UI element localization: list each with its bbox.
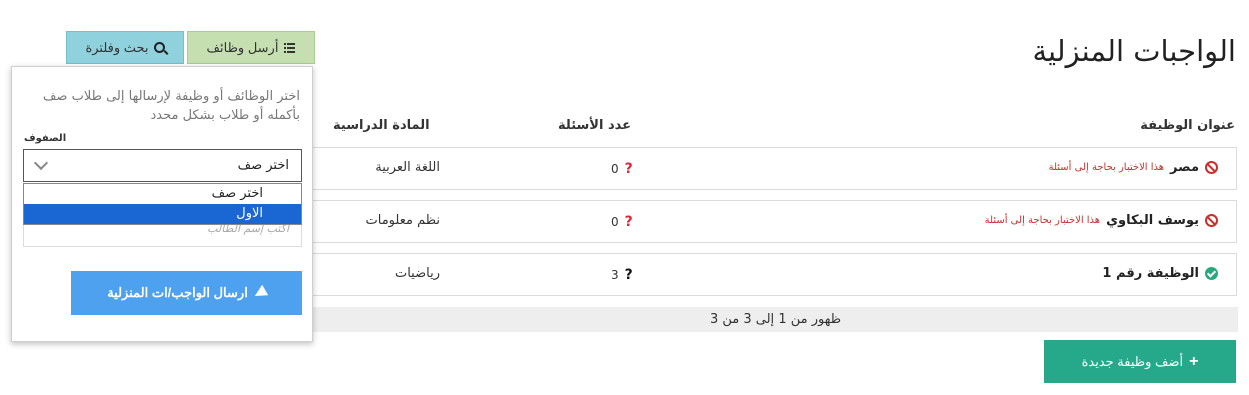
panel-description: اختر الوظائف أو وظيفة لإرسالها إلى طلاب … bbox=[42, 89, 300, 123]
send-homework-button[interactable]: ارسال الواجب/ات المنزلية bbox=[71, 271, 302, 315]
questions-count-cell: 0 ? bbox=[611, 214, 633, 230]
needs-questions-warning: هذا الاختبار بحاجة إلى أسئلة bbox=[1048, 162, 1165, 173]
job-name[interactable]: يوسف البكاوي bbox=[1106, 213, 1199, 228]
list-icon bbox=[283, 42, 296, 53]
question-icon: ? bbox=[624, 267, 633, 283]
column-header-subject[interactable]: المادة الدراسية bbox=[333, 118, 430, 133]
add-job-label: أضف وظيفة جديدة bbox=[1081, 353, 1184, 369]
class-option[interactable]: الاول bbox=[24, 204, 301, 224]
check-circle-icon bbox=[1205, 267, 1218, 280]
plus-icon: + bbox=[1189, 352, 1199, 370]
search-filter-button[interactable]: بحث وفلترة bbox=[66, 31, 184, 64]
class-options-list[interactable]: اختر صف الاول bbox=[23, 183, 302, 225]
questions-count: 0 bbox=[611, 162, 619, 176]
job-name[interactable]: مصر bbox=[1170, 160, 1199, 175]
job-title-cell: الوظيفة رقم 1 bbox=[1102, 266, 1218, 281]
send-jobs-panel: اختر الوظائف أو وظيفة لإرسالها إلى طلاب … bbox=[11, 66, 313, 342]
question-icon: ? bbox=[624, 214, 633, 230]
class-select[interactable]: اختر صف bbox=[23, 149, 302, 182]
job-name[interactable]: الوظيفة رقم 1 bbox=[1102, 266, 1199, 281]
chevron-down-icon bbox=[33, 155, 49, 171]
job-title-cell: مصر هذا الاختبار بحاجة إلى أسئلة bbox=[1049, 160, 1218, 175]
search-icon bbox=[153, 42, 165, 53]
subject-cell: نظم معلومات bbox=[365, 213, 440, 228]
add-job-button[interactable]: + أضف وظيفة جديدة bbox=[1044, 340, 1236, 383]
classes-label: الصفوف bbox=[24, 133, 67, 144]
ban-icon bbox=[1205, 161, 1218, 174]
questions-count: 3 bbox=[611, 268, 619, 282]
page-title: الواجبات المنزلية bbox=[1032, 34, 1236, 68]
send-jobs-label: أرسل وظائف bbox=[206, 39, 279, 55]
paper-plane-icon bbox=[251, 284, 269, 302]
questions-count-cell: 3 ? bbox=[611, 267, 633, 283]
needs-questions-warning: هذا الاختبار بحاجة إلى أسئلة bbox=[984, 215, 1101, 226]
questions-count-cell: 0 ? bbox=[611, 161, 633, 177]
subject-cell: رياضيات bbox=[394, 266, 440, 281]
send-jobs-button[interactable]: أرسل وظائف bbox=[187, 31, 315, 64]
column-header-questions[interactable]: عدد الأسئلة bbox=[558, 118, 631, 133]
class-option[interactable]: اختر صف bbox=[24, 184, 301, 204]
column-header-title[interactable]: عنوان الوظيفة bbox=[1140, 118, 1235, 133]
ban-icon bbox=[1205, 214, 1218, 227]
question-icon: ? bbox=[624, 161, 633, 177]
questions-count: 0 bbox=[611, 215, 619, 229]
search-filter-label: بحث وفلترة bbox=[85, 39, 149, 55]
job-title-cell: يوسف البكاوي هذا الاختبار بحاجة إلى أسئل… bbox=[985, 213, 1218, 228]
send-homework-label: ارسال الواجب/ات المنزلية bbox=[107, 285, 248, 300]
class-select-value: اختر صف bbox=[237, 158, 289, 173]
table-info: ظهور من 1 إلى 3 من 3 bbox=[313, 307, 1238, 332]
subject-cell: اللغة العربية bbox=[375, 160, 440, 175]
